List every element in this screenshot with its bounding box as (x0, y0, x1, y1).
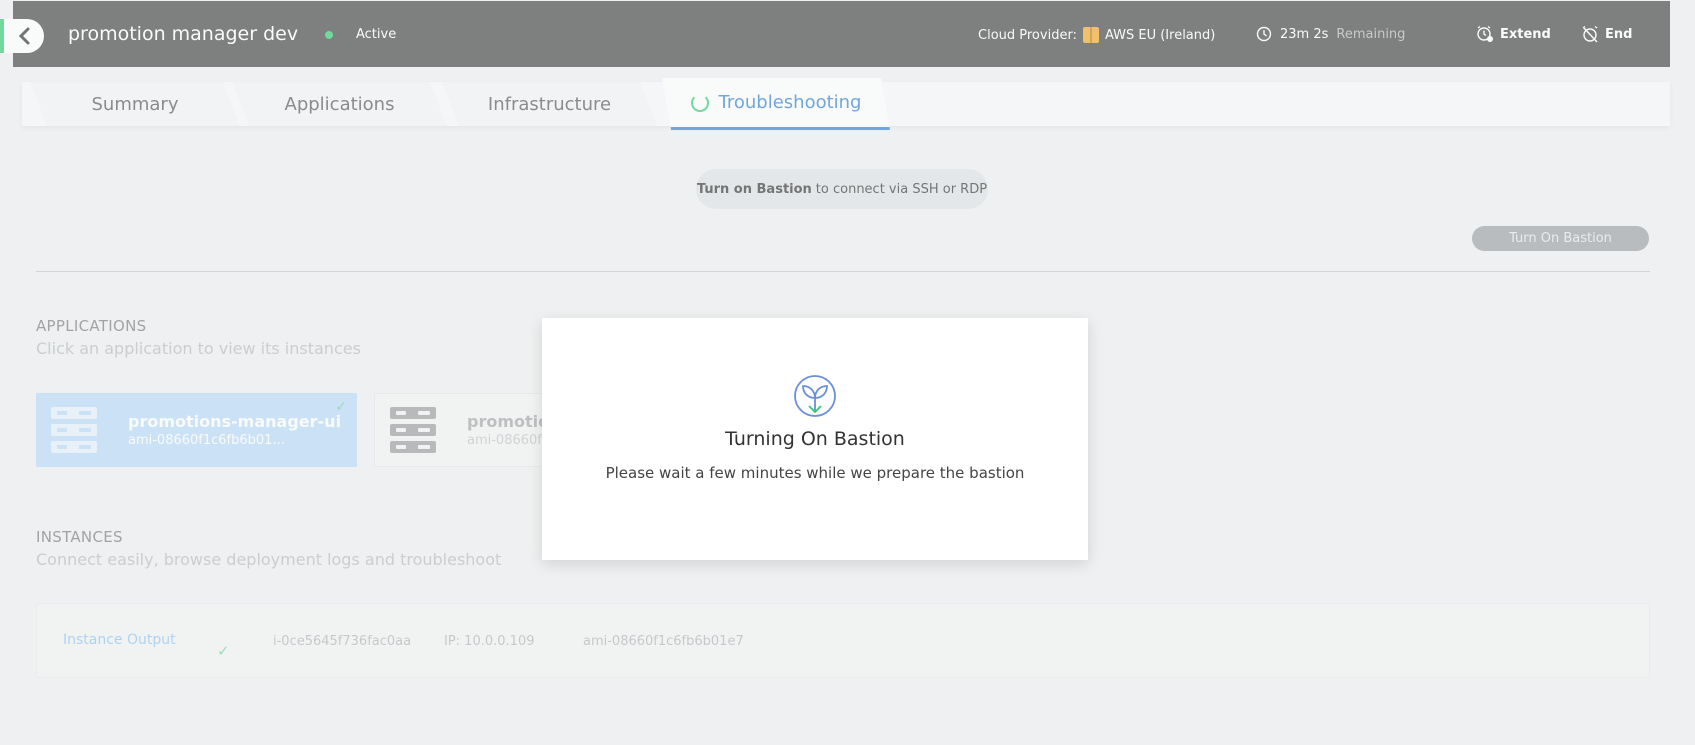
alarm-plus-icon (1477, 25, 1493, 42)
sprout-logo-icon (794, 375, 836, 417)
tab-summary[interactable]: Summary (30, 82, 240, 126)
extend-label: Extend (1500, 26, 1551, 42)
dialog-title: Turning On Bastion (725, 428, 905, 450)
applications-title: APPLICATIONS (36, 317, 147, 335)
environment-header: promotion manager dev Active Cloud Provi… (0, 1, 1670, 67)
time-suffix: Remaining (1336, 26, 1406, 42)
application-card[interactable]: promotions-manager-ui ami-08660f1c6fb6b0… (36, 393, 357, 467)
instance-ami: ami-08660f1c6fb6b01e7 (583, 634, 744, 649)
turn-on-bastion-button[interactable]: Turn On Bastion (1472, 226, 1649, 251)
back-button[interactable] (0, 19, 44, 53)
instance-output-link[interactable]: Instance Output (63, 632, 176, 648)
cloud-provider-label: Cloud Provider: (978, 27, 1077, 43)
instances-title: INSTANCES (36, 528, 123, 546)
bastion-prompt-text: to connect via SSH or RDP (815, 181, 988, 197)
status-dot-icon (325, 31, 333, 39)
end-label: End (1605, 26, 1633, 42)
instance-ip: IP: 10.0.0.109 (444, 634, 535, 649)
time-value: 23m 2s (1280, 26, 1329, 42)
tab-label: Applications (284, 93, 395, 115)
tab-infrastructure[interactable]: Infrastructure (442, 82, 657, 126)
divider (36, 271, 1650, 272)
environment-name: promotion manager dev (68, 23, 299, 45)
tab-bar: Summary Applications Infrastructure Trou… (22, 78, 1670, 130)
bastion-prompt: Turn on Bastion to connect via SSH or RD… (696, 169, 988, 209)
instances-subtitle: Connect easily, browse deployment logs a… (36, 550, 502, 569)
tab-troubleshooting[interactable]: Troubleshooting (662, 78, 890, 130)
cloud-provider: Cloud Provider: AWS EU (Ireland) (978, 27, 1215, 43)
application-name: promotions-manager-ui (128, 412, 342, 431)
tab-applications[interactable]: Applications (232, 82, 447, 126)
time-remaining: 23m 2s Remaining (1256, 26, 1405, 42)
check-icon: ✓ (335, 399, 347, 415)
end-button[interactable]: End (1581, 25, 1632, 43)
server-icon (51, 407, 97, 453)
clock-icon (1256, 26, 1272, 42)
dialog-message: Please wait a few minutes while we prepa… (605, 464, 1025, 482)
cloud-provider-value: AWS EU (Ireland) (1104, 27, 1216, 43)
aws-box-icon (1082, 27, 1099, 43)
loading-spinner-icon (690, 93, 709, 112)
bastion-prompt-bold: Turn on Bastion (696, 181, 812, 197)
status-label: Active (356, 27, 397, 42)
extend-button[interactable]: Extend (1476, 25, 1551, 43)
check-icon: ✓ (217, 642, 230, 660)
application-ami: ami-08660f1c6fb6b01... (128, 433, 285, 448)
server-icon (390, 407, 436, 453)
instance-row: Instance Output ✓ i-0ce5645f736fac0aa IP… (36, 603, 1650, 678)
tab-label: Troubleshooting (718, 92, 862, 113)
alarm-off-icon (1582, 25, 1598, 43)
chevron-left-icon (18, 27, 30, 45)
tab-label: Infrastructure (487, 93, 612, 115)
instance-id: i-0ce5645f736fac0aa (273, 634, 412, 649)
turning-on-bastion-dialog: Turning On Bastion Please wait a few min… (542, 318, 1088, 560)
applications-subtitle: Click an application to view its instanc… (36, 339, 361, 358)
tab-label: Summary (91, 93, 179, 115)
